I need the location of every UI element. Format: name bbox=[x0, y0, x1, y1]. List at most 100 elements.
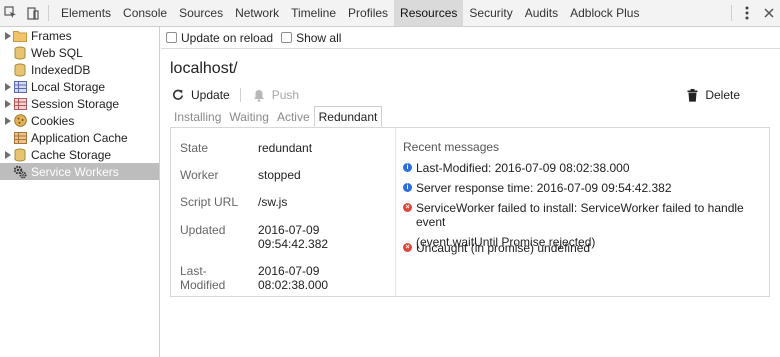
sidebar-item-local-storage[interactable]: Local Storage bbox=[0, 78, 159, 95]
inspect-cursor-icon[interactable] bbox=[0, 0, 22, 26]
worker-fields: State redundant Worker stopped Script UR… bbox=[171, 128, 396, 296]
show-all-checkbox[interactable] bbox=[281, 32, 293, 43]
message-item: i Last-Modified: 2016-07-09 08:02:38.000 bbox=[403, 161, 630, 175]
table-icon bbox=[13, 131, 27, 145]
worker-state-tabs: Installing Waiting Active Redundant bbox=[170, 106, 383, 127]
field-value: redundant bbox=[258, 141, 313, 155]
cookie-icon bbox=[13, 114, 27, 128]
sidebar-item-cookies[interactable]: Cookies bbox=[0, 112, 159, 129]
gears-icon bbox=[13, 165, 27, 179]
message-text: Uncaught (in promise) undefined bbox=[416, 241, 591, 255]
database-icon bbox=[13, 46, 27, 60]
last-modified-time: 08:02:38.000 bbox=[258, 278, 329, 292]
sidebar-item-label: Service Workers bbox=[31, 164, 119, 179]
refresh-icon bbox=[170, 87, 186, 103]
field-key-line1: Last- bbox=[180, 264, 207, 278]
toolbar-divider bbox=[731, 5, 732, 21]
update-on-reload-label: Update on reload bbox=[181, 30, 274, 45]
tab-installing[interactable]: Installing bbox=[170, 106, 225, 127]
devtools-toolbar: Elements Console Sources Network Timelin… bbox=[0, 0, 780, 27]
actions-divider bbox=[239, 88, 241, 102]
trash-icon bbox=[684, 87, 700, 103]
more-vertical-icon[interactable] bbox=[736, 0, 758, 26]
service-worker-scope-title: localhost/ bbox=[170, 60, 238, 77]
tab-active[interactable]: Active bbox=[273, 106, 314, 127]
tab-security[interactable]: Security bbox=[463, 0, 518, 26]
tab-resources[interactable]: Resources bbox=[394, 0, 464, 26]
field-key: Script URL bbox=[180, 195, 239, 209]
toolbar-right bbox=[731, 0, 780, 26]
sidebar-item-frames[interactable]: Frames bbox=[0, 27, 159, 44]
tab-console[interactable]: Console bbox=[117, 0, 173, 26]
field-value: stopped bbox=[258, 168, 301, 182]
panel-tabs: Elements Console Sources Network Timelin… bbox=[55, 0, 645, 26]
update-button[interactable]: Update bbox=[170, 87, 230, 103]
bell-icon bbox=[251, 87, 267, 103]
close-icon[interactable] bbox=[758, 0, 780, 26]
update-on-reload-checkbox[interactable] bbox=[166, 32, 177, 43]
message-text: Server response time: 2016-07-09 09:54:4… bbox=[416, 181, 672, 195]
tab-network[interactable]: Network bbox=[229, 0, 285, 26]
resources-sidebar: Frames Web SQL IndexedDB Local Storage S… bbox=[0, 27, 160, 357]
tab-audits[interactable]: Audits bbox=[519, 0, 564, 26]
sidebar-item-web-sql[interactable]: Web SQL bbox=[0, 44, 159, 61]
worker-actions-bar: Update Push Delete bbox=[170, 85, 770, 105]
field-updated: Updated 2016-07-09 09:54:42.382 bbox=[180, 223, 328, 251]
service-workers-view: Update on reload Show all localhost/ Upd… bbox=[161, 27, 780, 357]
tab-sources[interactable]: Sources bbox=[173, 0, 229, 26]
database-icon bbox=[13, 148, 27, 162]
sidebar-item-label: Web SQL bbox=[31, 45, 83, 60]
error-icon: × bbox=[403, 203, 412, 212]
tab-redundant[interactable]: Redundant bbox=[313, 106, 383, 127]
device-mode-icon[interactable] bbox=[22, 0, 44, 26]
sidebar-item-cache-storage[interactable]: Cache Storage bbox=[0, 146, 159, 163]
field-value: 2016-07-09 09:54:42.382 bbox=[258, 223, 328, 251]
update-on-reload-option[interactable]: Update on reload bbox=[166, 31, 273, 45]
field-key: State bbox=[180, 141, 209, 155]
field-state: State redundant bbox=[180, 141, 312, 155]
info-icon: i bbox=[403, 163, 412, 172]
expand-triangle-icon[interactable] bbox=[3, 95, 13, 112]
message-item: i Server response time: 2016-07-09 09:54… bbox=[403, 181, 672, 195]
expand-triangle-icon[interactable] bbox=[3, 146, 13, 163]
message-line1: ServiceWorker failed to install: Service… bbox=[416, 201, 744, 229]
tab-elements[interactable]: Elements bbox=[55, 0, 117, 26]
field-script-url: Script URL /sw.js bbox=[180, 195, 287, 209]
sidebar-item-label: Application Cache bbox=[31, 130, 128, 145]
tab-adblock-plus[interactable]: Adblock Plus bbox=[564, 0, 645, 26]
sidebar-item-indexeddb[interactable]: IndexedDB bbox=[0, 61, 159, 78]
last-modified-date: 2016-07-09 bbox=[258, 264, 320, 278]
delete-label: Delete bbox=[705, 88, 740, 102]
field-value: 2016-07-09 08:02:38.000 bbox=[258, 264, 328, 292]
update-label: Update bbox=[191, 88, 230, 102]
message-item: × Uncaught (in promise) undefined bbox=[403, 241, 590, 255]
folder-icon bbox=[13, 29, 27, 43]
field-key: Updated bbox=[180, 223, 226, 237]
sidebar-item-label: Local Storage bbox=[31, 79, 106, 94]
tab-timeline[interactable]: Timeline bbox=[285, 0, 342, 26]
push-button[interactable]: Push bbox=[251, 87, 299, 103]
sidebar-item-session-storage[interactable]: Session Storage bbox=[0, 95, 159, 112]
error-icon: × bbox=[403, 243, 412, 252]
options-bar: Update on reload Show all bbox=[161, 27, 780, 49]
script-url-link[interactable]: /sw.js bbox=[258, 195, 287, 209]
sidebar-item-application-cache[interactable]: Application Cache bbox=[0, 129, 159, 146]
delete-button[interactable]: Delete bbox=[684, 85, 740, 105]
table-icon bbox=[13, 97, 27, 111]
database-icon bbox=[13, 63, 27, 77]
tab-profiles[interactable]: Profiles bbox=[342, 0, 394, 26]
field-key: Last- Modified bbox=[180, 264, 258, 292]
field-key: Worker bbox=[180, 168, 219, 182]
updated-date: 2016-07-09 bbox=[258, 223, 320, 237]
updated-time: 09:54:42.382 bbox=[258, 237, 329, 251]
tab-waiting[interactable]: Waiting bbox=[225, 106, 273, 127]
field-key-line2: Modified bbox=[180, 278, 226, 292]
recent-messages-title: Recent messages bbox=[403, 140, 500, 154]
expand-triangle-icon[interactable] bbox=[3, 112, 13, 129]
show-all-option[interactable]: Show all bbox=[281, 31, 341, 45]
expand-triangle-icon[interactable] bbox=[3, 78, 13, 95]
sidebar-item-label: IndexedDB bbox=[31, 62, 91, 77]
sidebar-item-service-workers[interactable]: Service Workers bbox=[0, 163, 159, 180]
info-icon: i bbox=[403, 183, 412, 192]
expand-triangle-icon[interactable] bbox=[3, 27, 13, 44]
